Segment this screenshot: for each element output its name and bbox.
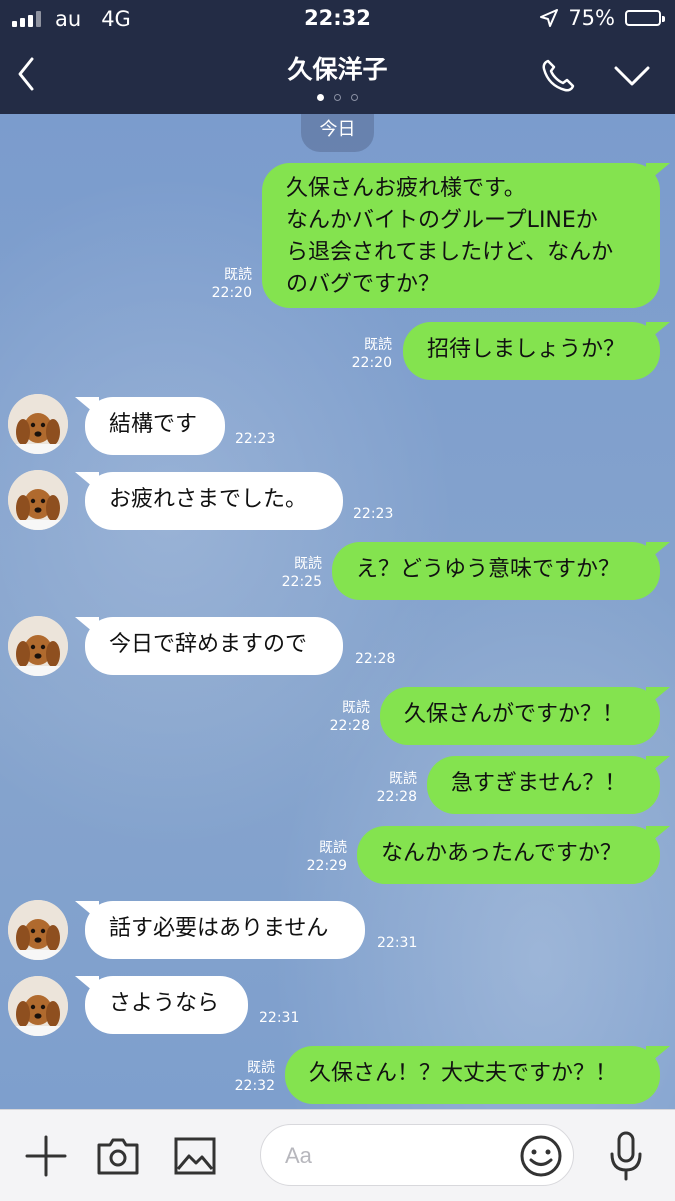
message-bubble-sent[interactable]: 久保さん！？大丈夫ですか？！ — [285, 1046, 660, 1104]
status-right: 75% — [540, 6, 665, 30]
location-icon — [540, 9, 559, 27]
dog-avatar-icon — [8, 976, 68, 1036]
message-bubble-received[interactable]: 結構です — [85, 397, 225, 455]
read-receipt: 既読 22:28 — [376, 771, 417, 805]
plus-icon[interactable] — [25, 1135, 67, 1177]
message-bubble-sent[interactable]: え？どうゆう意味ですか？ — [332, 542, 660, 600]
phone-icon[interactable] — [538, 56, 578, 96]
message-time: 22:31 — [377, 935, 418, 951]
message-input-bar — [0, 1109, 675, 1201]
message-bubble-received[interactable]: 今日で辞めますので — [85, 617, 343, 675]
read-receipt: 既読 22:32 — [234, 1060, 275, 1094]
dog-avatar-icon — [8, 616, 68, 676]
message-bubble-sent[interactable]: なんかあったんですか？ — [357, 826, 660, 884]
chat-header: 久保洋子 — [0, 36, 675, 114]
message-bubble-received[interactable]: 話す必要はありません — [85, 901, 365, 959]
message-input-container[interactable] — [260, 1124, 574, 1186]
battery-icon — [625, 10, 665, 26]
message-bubble-received[interactable]: お疲れさまでした。 — [85, 472, 343, 530]
read-receipt: 既読 22:20 — [211, 267, 252, 301]
chat-area[interactable]: 今日 既読 22:20 久保さんお疲れ様です。 なんかバイトのグループLINEか … — [0, 114, 675, 1109]
emoji-icon[interactable] — [519, 1134, 563, 1178]
message-bubble-sent[interactable]: 久保さんお疲れ様です。 なんかバイトのグループLINEか ら退会されてましたけど… — [262, 163, 660, 308]
message-time: 22:23 — [353, 506, 394, 522]
message-input[interactable] — [283, 1137, 507, 1175]
read-receipt: 既読 22:20 — [351, 337, 392, 371]
battery-percent: 75% — [568, 6, 615, 30]
contact-avatar[interactable] — [8, 900, 68, 960]
microphone-icon[interactable] — [608, 1130, 644, 1182]
read-receipt: 既読 22:25 — [281, 556, 322, 590]
dog-avatar-icon — [8, 394, 68, 454]
image-icon[interactable] — [174, 1136, 216, 1176]
message-bubble-received[interactable]: さようなら — [85, 976, 248, 1034]
message-time: 22:28 — [355, 651, 396, 667]
message-bubble-sent[interactable]: 久保さんがですか？！ — [380, 687, 660, 745]
message-bubble-sent[interactable]: 急すぎません？！ — [427, 756, 660, 814]
dog-avatar-icon — [8, 470, 68, 530]
read-receipt: 既読 22:28 — [329, 700, 370, 734]
contact-avatar[interactable] — [8, 394, 68, 454]
dog-avatar-icon — [8, 900, 68, 960]
contact-avatar[interactable] — [8, 470, 68, 530]
contact-avatar[interactable] — [8, 976, 68, 1036]
page-dot — [334, 94, 341, 101]
read-receipt: 既読 22:29 — [306, 840, 347, 874]
message-time: 22:23 — [235, 431, 276, 447]
message-bubble-sent[interactable]: 招待しましょうか？ — [403, 322, 660, 380]
chevron-down-icon[interactable] — [612, 60, 652, 90]
contact-avatar[interactable] — [8, 616, 68, 676]
page-dot — [317, 94, 324, 101]
camera-icon[interactable] — [96, 1136, 140, 1176]
message-time: 22:31 — [259, 1010, 300, 1026]
status-bar: au 4G 22:32 75% — [0, 0, 675, 36]
page-dot — [351, 94, 358, 101]
date-separator: 今日 — [301, 114, 374, 152]
